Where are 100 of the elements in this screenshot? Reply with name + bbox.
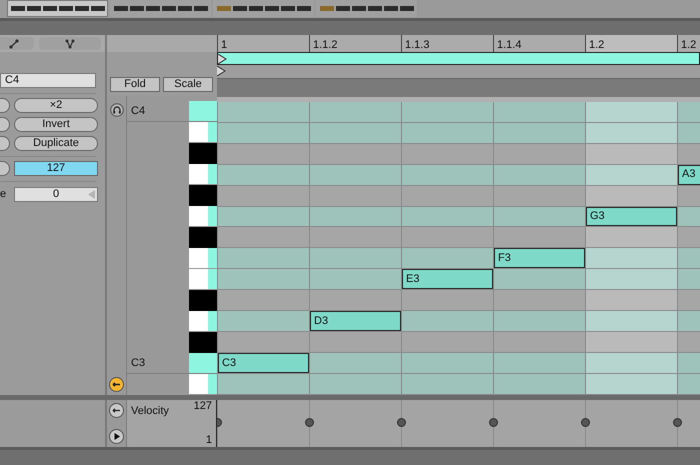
piano-key[interactable]: [189, 206, 217, 227]
midi-note[interactable]: F3: [494, 248, 585, 268]
grid-cell[interactable]: [217, 311, 309, 332]
grid-cell[interactable]: [585, 332, 677, 352]
fold-button[interactable]: Fold: [110, 77, 160, 92]
midi-note[interactable]: D3: [310, 311, 401, 332]
grid-cell[interactable]: [217, 122, 309, 143]
grid-cell[interactable]: [309, 248, 401, 268]
grid-cell[interactable]: [309, 102, 401, 122]
grid-cell[interactable]: [217, 290, 309, 310]
grid-cell[interactable]: [401, 122, 493, 143]
scale-button[interactable]: Scale: [163, 77, 213, 92]
grid-cell[interactable]: [493, 374, 585, 394]
grid-cell[interactable]: [309, 164, 401, 185]
piano-key[interactable]: [189, 164, 217, 185]
grid-cell[interactable]: [217, 248, 309, 268]
grid-cell[interactable]: [309, 353, 401, 374]
grid-cell[interactable]: [493, 353, 585, 374]
velocity-field[interactable]: 127: [14, 161, 98, 176]
loop-start-flag-icon[interactable]: [218, 54, 227, 64]
grid-cell[interactable]: [585, 269, 677, 290]
action-button[interactable]: ×2: [14, 98, 98, 113]
grid-cell[interactable]: [309, 374, 401, 394]
grid-cell[interactable]: [217, 164, 309, 185]
grid-cell[interactable]: [585, 227, 677, 248]
piano-key[interactable]: [189, 374, 217, 395]
grid-cell[interactable]: [217, 269, 309, 290]
clip-slot[interactable]: [213, 0, 314, 17]
start-marker-flag-icon[interactable]: [217, 66, 226, 76]
grid-cell[interactable]: [493, 290, 585, 310]
arrow-left-button-icon[interactable]: [109, 377, 124, 392]
grid-cell[interactable]: [217, 144, 309, 164]
grid-cell[interactable]: [585, 311, 677, 332]
midi-note[interactable]: C3: [218, 353, 309, 374]
grid-cell[interactable]: [309, 332, 401, 352]
grid-cell[interactable]: [401, 374, 493, 394]
clip-slot[interactable]: [110, 0, 211, 17]
grid-cell[interactable]: [585, 248, 677, 268]
split-tool-button[interactable]: [39, 37, 101, 50]
grid-cell[interactable]: [585, 102, 677, 122]
grid-cell[interactable]: [217, 374, 309, 394]
grid-cell[interactable]: [401, 311, 493, 332]
grid-cell[interactable]: [493, 122, 585, 143]
grid-cell[interactable]: [309, 144, 401, 164]
midi-note[interactable]: G3: [586, 206, 677, 226]
ruler-segment[interactable]: 1.2: [585, 35, 677, 52]
lane-button-icon[interactable]: [109, 403, 124, 418]
grid-cell[interactable]: [217, 186, 309, 206]
grid-cell[interactable]: [401, 102, 493, 122]
value-field[interactable]: 0: [14, 186, 98, 202]
grid-cell[interactable]: [585, 186, 677, 206]
grid-cell[interactable]: [401, 206, 493, 226]
piano-key[interactable]: [189, 122, 217, 143]
clip-slot[interactable]: [316, 0, 417, 17]
grid-cell[interactable]: [493, 186, 585, 206]
grid-cell[interactable]: [493, 311, 585, 332]
note-field[interactable]: C4: [0, 73, 96, 88]
grid-cell[interactable]: [493, 206, 585, 226]
grid-cell[interactable]: [585, 374, 677, 394]
grid-cell[interactable]: [493, 164, 585, 185]
piano-key[interactable]: [189, 311, 217, 332]
piano-key[interactable]: [189, 248, 217, 269]
grid-cell[interactable]: [585, 122, 677, 143]
grid-cell[interactable]: [401, 332, 493, 352]
grid-cell[interactable]: [309, 122, 401, 143]
grid-cell[interactable]: [217, 206, 309, 226]
grid-cell[interactable]: [401, 248, 493, 268]
action-button[interactable]: Duplicate: [14, 136, 98, 151]
grid-cell[interactable]: [309, 290, 401, 310]
midi-note[interactable]: A3: [678, 164, 700, 185]
grid-cell[interactable]: [401, 353, 493, 374]
headphones-icon[interactable]: [110, 103, 124, 117]
grid-cell[interactable]: [309, 227, 401, 248]
grid-cell[interactable]: [493, 269, 585, 290]
grid-cell[interactable]: [217, 227, 309, 248]
grid-cell[interactable]: [217, 332, 309, 352]
grid-cell[interactable]: [493, 332, 585, 352]
grid-cell[interactable]: [309, 206, 401, 226]
grid-cell[interactable]: [401, 290, 493, 310]
piano-key[interactable]: [189, 269, 217, 290]
grid-cell[interactable]: [401, 227, 493, 248]
step-indicator: [162, 6, 176, 11]
clip-slot[interactable]: [7, 0, 108, 17]
grid-cell[interactable]: [585, 164, 677, 185]
grid-cell[interactable]: [493, 227, 585, 248]
grid-cell[interactable]: [401, 144, 493, 164]
grid-cell[interactable]: [309, 269, 401, 290]
grid-cell[interactable]: [401, 164, 493, 185]
action-button[interactable]: Invert: [14, 117, 98, 132]
grid-cell[interactable]: [309, 186, 401, 206]
grid-cell[interactable]: [493, 144, 585, 164]
draw-tool-button[interactable]: [0, 37, 34, 50]
grid-cell[interactable]: [585, 144, 677, 164]
midi-note[interactable]: E3: [402, 269, 493, 290]
grid-cell[interactable]: [401, 186, 493, 206]
grid-cell[interactable]: [217, 102, 309, 122]
grid-cell[interactable]: [585, 353, 677, 374]
play-icon[interactable]: [109, 429, 124, 444]
grid-cell[interactable]: [493, 102, 585, 122]
grid-cell[interactable]: [585, 290, 677, 310]
